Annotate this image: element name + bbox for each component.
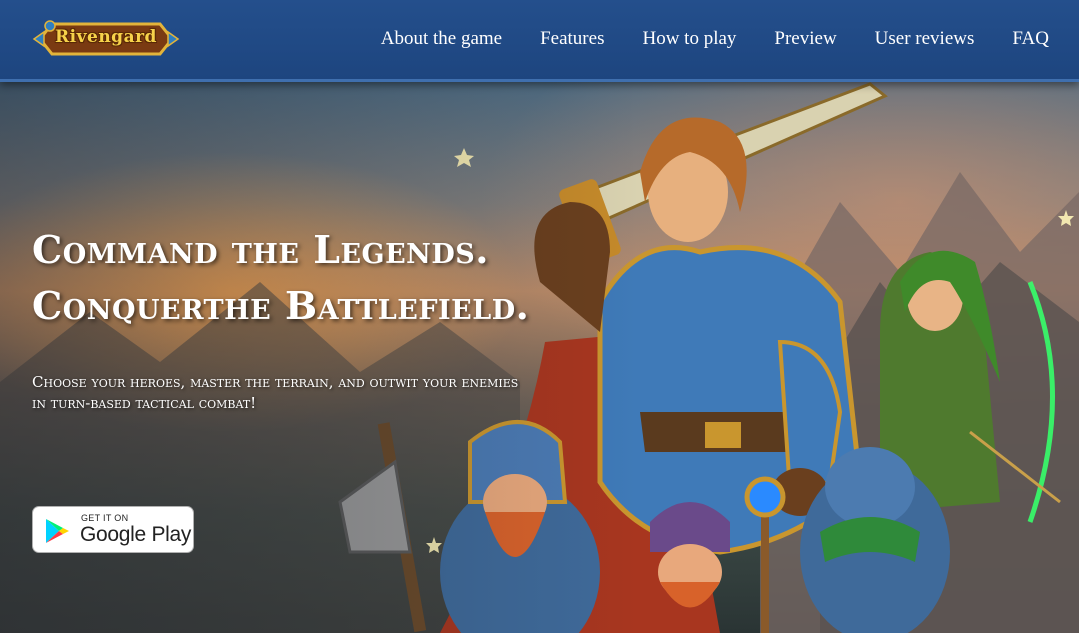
store-button-small-text: GET IT ON <box>81 513 129 523</box>
nav-faq[interactable]: FAQ <box>1012 28 1049 50</box>
store-button-big-text: Google Play <box>80 523 192 546</box>
nav-user-reviews[interactable]: User reviews <box>875 28 975 50</box>
nav-features[interactable]: Features <box>540 28 604 50</box>
hero-subline: Choose your heroes, master the terrain, … <box>32 372 632 414</box>
google-play-button[interactable]: GET IT ON Google Play <box>32 506 194 553</box>
rivengard-logo[interactable]: Rivengard <box>32 14 180 64</box>
nav-about-the-game[interactable]: About the game <box>381 28 502 50</box>
hero-section: Command the Legends. Conquerthe Battlefi… <box>0 82 1079 633</box>
google-play-icon <box>46 519 69 543</box>
logo-text: Rivengard <box>55 27 157 47</box>
headline-line-1: Command the Legends. <box>32 227 489 272</box>
nav-preview[interactable]: Preview <box>774 28 836 50</box>
nav-how-to-play[interactable]: How to play <box>642 28 736 50</box>
main-nav: About the game Features How to play Prev… <box>381 28 1049 50</box>
site-header: Rivengard About the game Features How to… <box>0 0 1079 82</box>
subline-line-1: Choose your heroes, master the terrain, … <box>32 373 519 391</box>
headline-line-2: Conquerthe Battlefield. <box>32 283 530 328</box>
hero-headline: Command the Legends. Conquerthe Battlefi… <box>32 222 652 334</box>
subline-line-2: in turn-based tactical combat! <box>32 394 257 412</box>
